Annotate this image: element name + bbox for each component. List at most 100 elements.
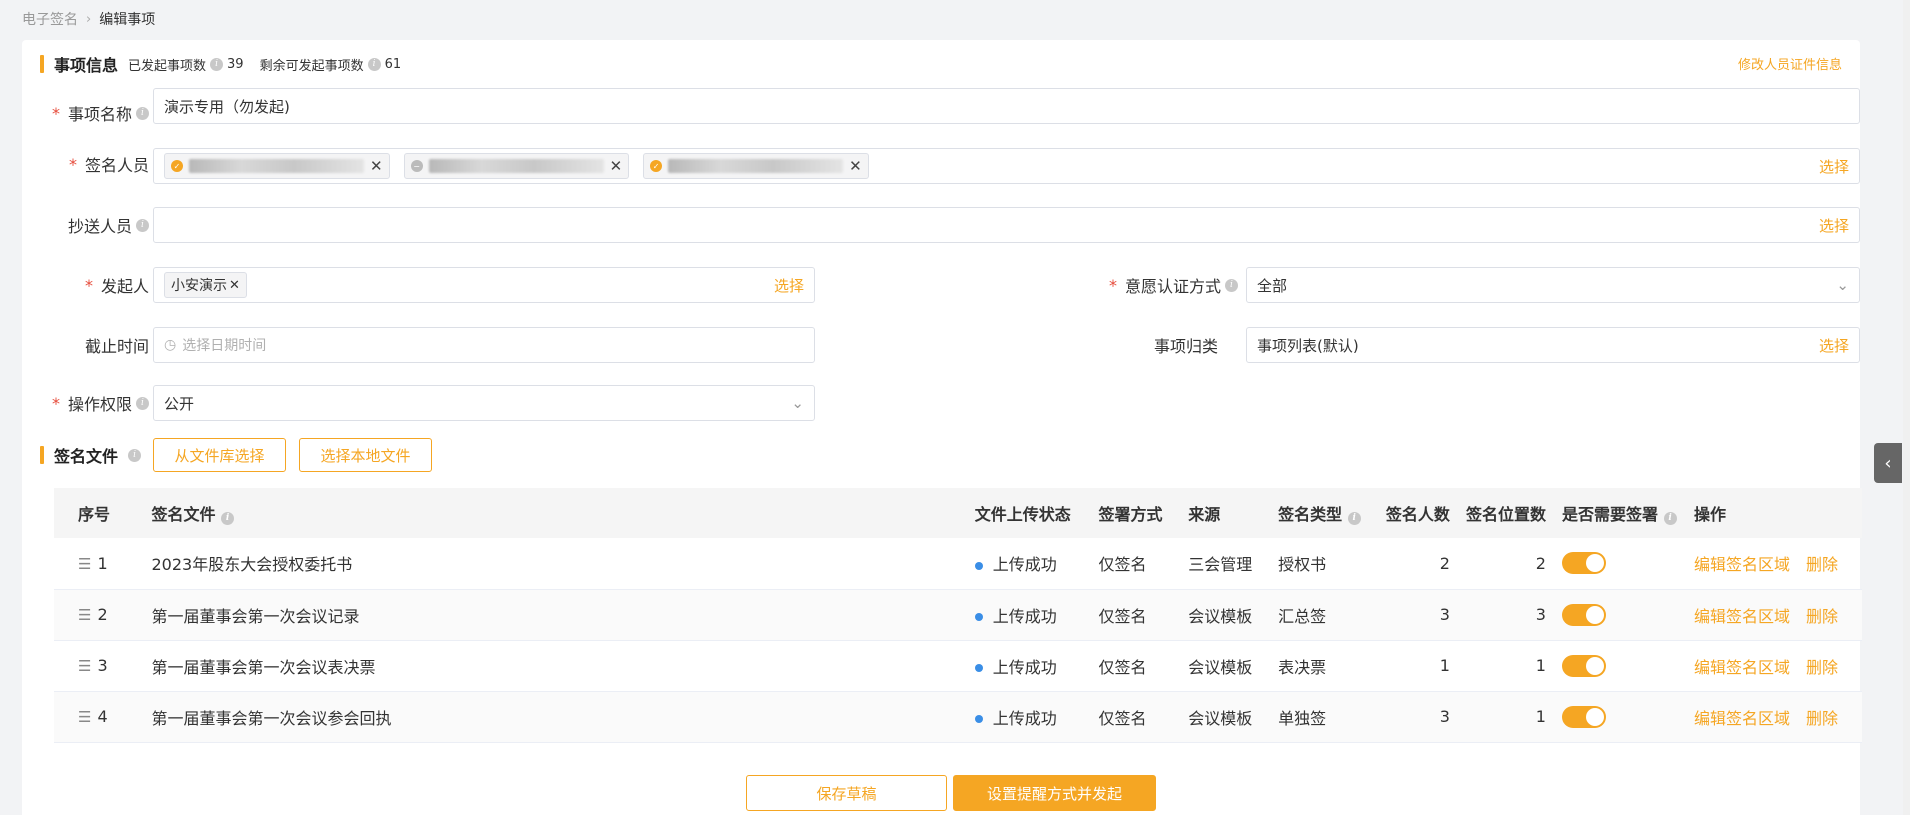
col-source: 来源 xyxy=(1180,488,1271,538)
col-actions: 操作 xyxy=(1685,488,1862,538)
info-icon[interactable]: i xyxy=(128,448,142,462)
initiated-stat: 已发起事项数 i 39 xyxy=(128,55,244,74)
delete-link[interactable]: 删除 xyxy=(1806,607,1838,626)
delete-link[interactable]: 删除 xyxy=(1806,555,1838,574)
close-icon[interactable]: ✕ xyxy=(370,157,383,175)
info-section-title: 事项信息 xyxy=(54,56,119,75)
signers-label: * 签名人员 xyxy=(68,154,149,176)
cc-label: 抄送人员 i xyxy=(44,207,149,243)
close-icon[interactable]: ✕ xyxy=(849,157,862,175)
file-name: 第一届董事会第一次会议表决票 xyxy=(143,640,967,692)
breadcrumb-root[interactable]: 电子签名 xyxy=(22,9,78,29)
chevron-down-icon: ⌄ xyxy=(791,394,804,412)
item-name-input[interactable]: 演示专用（勿发起) xyxy=(153,88,1860,124)
need-sign-toggle[interactable] xyxy=(1561,654,1606,677)
col-status: 文件上传状态 xyxy=(966,488,1091,538)
drag-handle-icon[interactable]: ☰ xyxy=(78,555,91,573)
item-name-label: * 事项名称 i xyxy=(44,95,149,131)
col-need-sign: 是否需要签署 i xyxy=(1553,488,1686,538)
minus-icon: − xyxy=(410,160,423,172)
section-bar xyxy=(40,55,44,73)
col-type: 签名类型 i xyxy=(1270,488,1378,538)
status-dot xyxy=(974,561,983,570)
deadline-label: 截止时间 xyxy=(84,337,149,356)
permission-select[interactable]: 公开 ⌄ xyxy=(153,385,815,421)
files-table: 序号 签名文件 i 文件上传状态 签署方式 来源 签名类型 i 签名人数 签名位… xyxy=(54,488,1862,743)
edit-area-link[interactable]: 编辑签名区域 xyxy=(1694,658,1790,677)
edit-cert-link[interactable]: 修改人员证件信息 xyxy=(1738,54,1842,73)
col-positions: 签名位置数 xyxy=(1457,488,1554,538)
info-icon[interactable]: i xyxy=(210,57,224,71)
col-method: 签署方式 xyxy=(1090,488,1181,538)
drag-handle-icon[interactable]: ☰ xyxy=(78,606,91,624)
file-name: 第一届董事会第一次会议记录 xyxy=(143,589,967,641)
info-icon[interactable]: i xyxy=(221,511,235,525)
chevron-left-icon[interactable]: ‹ xyxy=(1874,443,1902,483)
col-no: 序号 xyxy=(54,488,144,538)
breadcrumb: 电子签名 › 编辑事项 xyxy=(22,9,155,29)
table-row: ☰ 2 第一届董事会第一次会议记录 上传成功 仅签名 会议模板 汇总签 3 3 编… xyxy=(54,589,1862,641)
signer-tag: ✓ ✕ xyxy=(643,153,869,179)
initiator-select-link[interactable]: 选择 xyxy=(774,275,804,296)
info-icon[interactable]: i xyxy=(136,106,149,120)
delete-link[interactable]: 删除 xyxy=(1806,658,1838,677)
initiator-input[interactable]: 小安演示 ✕ 选择 xyxy=(153,267,815,303)
cc-input[interactable]: 选择 xyxy=(153,207,1860,243)
cc-select-link[interactable]: 选择 xyxy=(1819,215,1849,236)
info-icon[interactable]: i xyxy=(1347,511,1361,525)
drag-handle-icon[interactable]: ☰ xyxy=(78,657,91,675)
submit-button[interactable]: 设置提醒方式并发起 xyxy=(953,775,1156,811)
drag-handle-icon[interactable]: ☰ xyxy=(78,708,91,726)
signers-select-link[interactable]: 选择 xyxy=(1819,156,1849,177)
auth-method-value: 全部 xyxy=(1257,276,1288,295)
section-bar xyxy=(40,446,44,464)
breadcrumb-current: 编辑事项 xyxy=(99,12,156,28)
deadline-input[interactable]: ◷ 选择日期时间 xyxy=(153,327,815,363)
from-library-button[interactable]: 从文件库选择 xyxy=(153,438,286,472)
need-sign-toggle[interactable] xyxy=(1561,552,1606,575)
delete-link[interactable]: 删除 xyxy=(1806,709,1838,728)
files-section-title: 签名文件 xyxy=(54,447,119,466)
col-file: 签名文件 i xyxy=(143,488,967,538)
from-local-button[interactable]: 选择本地文件 xyxy=(299,438,432,472)
permission-value: 公开 xyxy=(164,394,195,413)
redacted-name xyxy=(668,159,844,173)
check-icon: ✓ xyxy=(171,160,183,172)
category-input[interactable]: 事项列表(默认) 选择 xyxy=(1246,327,1860,363)
auth-method-select[interactable]: 全部 ⌄ xyxy=(1246,267,1860,303)
edit-area-link[interactable]: 编辑签名区域 xyxy=(1694,607,1790,626)
initiator-tag: 小安演示 ✕ xyxy=(164,272,247,298)
info-section-header: 事项信息 已发起事项数 i 39 剩余可发起事项数 i 61 xyxy=(40,52,401,76)
file-name: 第一届董事会第一次会议参会回执 xyxy=(143,691,967,743)
item-name-value: 演示专用（勿发起) xyxy=(164,97,290,116)
remaining-stat: 剩余可发起事项数 i 61 xyxy=(260,55,402,74)
permission-label: * 操作权限 i xyxy=(44,385,149,421)
status-dot xyxy=(974,613,983,621)
category-select-link[interactable]: 选择 xyxy=(1819,335,1849,356)
close-icon[interactable]: ✕ xyxy=(229,278,240,293)
info-icon[interactable]: i xyxy=(1663,511,1677,525)
status-dot xyxy=(974,715,983,723)
save-draft-button[interactable]: 保存草稿 xyxy=(746,775,947,811)
signers-input[interactable]: ✓ ✕ − ✕ ✓ ✕ 选择 xyxy=(153,148,1860,184)
need-sign-toggle[interactable] xyxy=(1561,705,1606,728)
edit-area-link[interactable]: 编辑签名区域 xyxy=(1694,709,1790,728)
clock-icon: ◷ xyxy=(164,337,177,353)
check-icon: ✓ xyxy=(650,160,663,172)
need-sign-toggle[interactable] xyxy=(1561,603,1606,626)
auth-method-label: * 意愿认证方式 i xyxy=(1022,267,1238,303)
signer-tag: ✓ ✕ xyxy=(164,153,390,179)
edit-area-link[interactable]: 编辑签名区域 xyxy=(1694,555,1790,574)
files-section-header: 签名文件 i xyxy=(40,443,142,467)
scrollbar[interactable] xyxy=(1903,0,1910,815)
initiated-label: 已发起事项数 xyxy=(128,58,207,74)
category-value: 事项列表(默认) xyxy=(1257,336,1359,355)
info-icon[interactable]: i xyxy=(136,218,149,232)
info-icon[interactable]: i xyxy=(367,57,381,71)
table-header-row: 序号 签名文件 i 文件上传状态 签署方式 来源 签名类型 i 签名人数 签名位… xyxy=(54,488,1862,538)
info-icon[interactable]: i xyxy=(1225,278,1238,292)
col-signers: 签名人数 xyxy=(1377,488,1458,538)
close-icon[interactable]: ✕ xyxy=(610,157,623,175)
category-label: 事项归类 xyxy=(1153,337,1218,356)
info-icon[interactable]: i xyxy=(136,396,149,410)
